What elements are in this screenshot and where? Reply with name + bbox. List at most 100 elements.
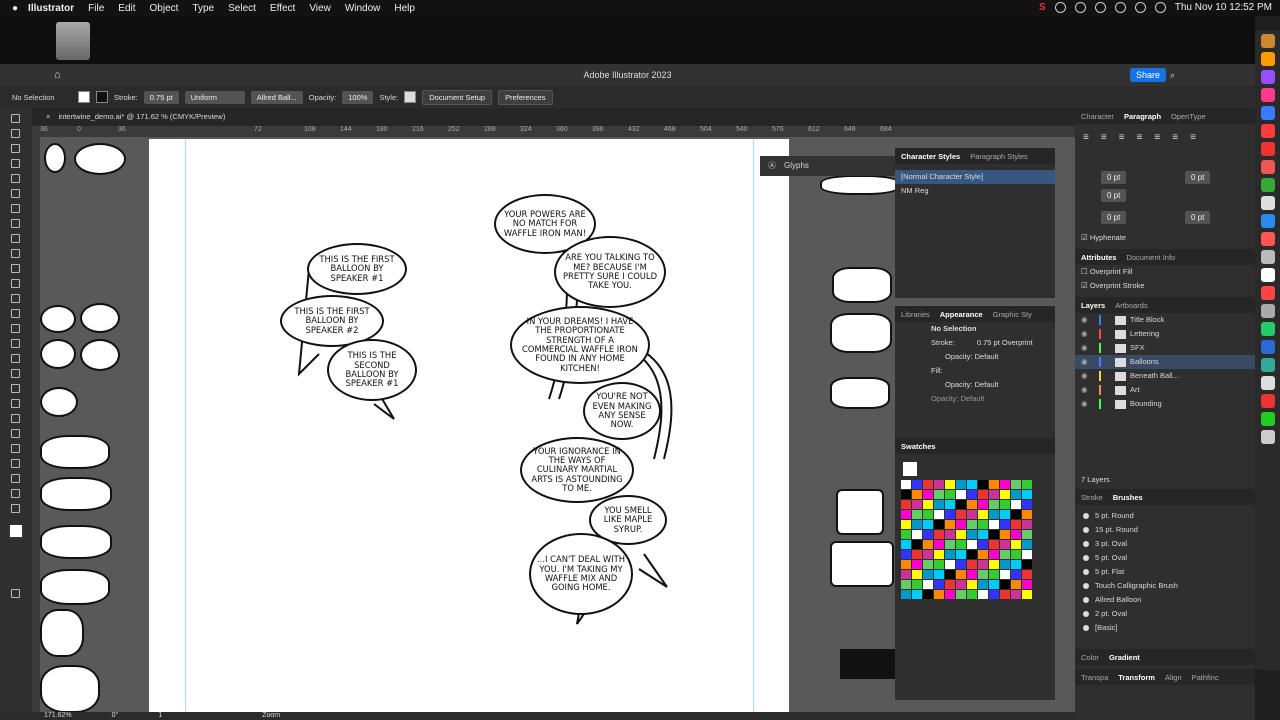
fill-stroke-swatch[interactable] bbox=[903, 462, 917, 476]
style-swatch[interactable] bbox=[404, 91, 417, 103]
stroke-value[interactable]: 0.75 pt Overprint bbox=[977, 338, 1033, 347]
color-swatch[interactable] bbox=[934, 560, 944, 569]
app-icon[interactable] bbox=[1260, 178, 1275, 192]
color-swatch[interactable] bbox=[967, 550, 977, 559]
color-swatch[interactable] bbox=[989, 560, 999, 569]
align-left-icon[interactable]: ≡ bbox=[1083, 132, 1089, 143]
tab-graphic-styles[interactable]: Graphic Sty bbox=[993, 310, 1032, 319]
color-swatch[interactable] bbox=[912, 580, 922, 589]
menu-select[interactable]: Select bbox=[228, 3, 256, 14]
direct-selection-tool-icon[interactable] bbox=[11, 129, 20, 138]
color-swatch[interactable] bbox=[934, 520, 944, 529]
brush-item[interactable]: 5 pt. Round bbox=[1075, 509, 1255, 523]
app-icon[interactable] bbox=[1260, 358, 1275, 372]
app-icon[interactable] bbox=[1260, 250, 1275, 264]
color-swatch[interactable] bbox=[934, 590, 944, 599]
balloon-template[interactable] bbox=[40, 339, 76, 369]
color-swatch[interactable] bbox=[923, 480, 933, 489]
color-swatch[interactable] bbox=[967, 580, 977, 589]
burst-balloon-template[interactable] bbox=[830, 313, 892, 353]
color-swatch[interactable] bbox=[934, 580, 944, 589]
color-swatch[interactable] bbox=[1022, 530, 1032, 539]
overprint-fill-checkbox[interactable]: ☐ Overprint Fill bbox=[1075, 265, 1255, 279]
tab-character[interactable]: Character bbox=[1081, 112, 1114, 121]
menu-effect[interactable]: Effect bbox=[270, 3, 295, 14]
color-swatch[interactable] bbox=[956, 480, 966, 489]
balloon-template[interactable] bbox=[44, 143, 66, 173]
menu-edit[interactable]: Edit bbox=[118, 3, 135, 14]
color-swatch[interactable] bbox=[945, 530, 955, 539]
color-swatch[interactable] bbox=[1022, 590, 1032, 599]
layer-name[interactable]: Title Block bbox=[1130, 313, 1164, 327]
shape-builder-tool-icon[interactable] bbox=[11, 354, 20, 363]
appearance-opacity[interactable]: Opacity: Default bbox=[895, 378, 1055, 392]
color-swatch[interactable] bbox=[912, 490, 922, 499]
color-swatch[interactable] bbox=[945, 520, 955, 529]
document-tab[interactable]: × intertwine_demo.ai* @ 171.62 % (CMYK/P… bbox=[32, 108, 1075, 126]
menu-file[interactable]: File bbox=[88, 3, 104, 14]
app-icon[interactable] bbox=[1260, 214, 1275, 228]
color-swatch[interactable] bbox=[945, 480, 955, 489]
wifi-icon[interactable] bbox=[1134, 2, 1146, 13]
color-swatch[interactable] bbox=[1011, 570, 1021, 579]
balloon-first-speaker1[interactable]: THIS IS THE FIRST BALLOON BY SPEAKER #1 bbox=[307, 243, 407, 295]
app-icon[interactable] bbox=[1260, 286, 1275, 300]
color-swatch[interactable] bbox=[1000, 580, 1010, 589]
status-icon[interactable] bbox=[1114, 2, 1126, 13]
color-swatch[interactable] bbox=[967, 510, 977, 519]
width-tool-icon[interactable] bbox=[11, 324, 20, 333]
color-swatch[interactable] bbox=[1000, 520, 1010, 529]
color-swatch[interactable] bbox=[978, 480, 988, 489]
color-swatch[interactable] bbox=[912, 510, 922, 519]
justify-icon[interactable]: ≡ bbox=[1172, 132, 1178, 143]
thought-balloon-template[interactable] bbox=[40, 477, 112, 511]
color-swatch[interactable] bbox=[901, 530, 911, 539]
artboard-number[interactable]: 1 bbox=[158, 712, 162, 720]
close-icon[interactable]: × bbox=[46, 112, 50, 121]
color-swatch[interactable] bbox=[1022, 550, 1032, 559]
color-swatch[interactable] bbox=[901, 500, 911, 509]
color-swatch[interactable] bbox=[1022, 490, 1032, 499]
balloon-sense[interactable]: YOU'RE NOT EVEN MAKING ANY SENSE NOW. bbox=[583, 382, 661, 440]
color-swatch[interactable] bbox=[901, 490, 911, 499]
artboard-tool-icon[interactable] bbox=[11, 459, 20, 468]
color-swatch[interactable] bbox=[1000, 540, 1010, 549]
layer-name[interactable]: Balloons bbox=[1130, 355, 1159, 369]
color-swatch[interactable] bbox=[956, 540, 966, 549]
tab-brushes[interactable]: Brushes bbox=[1113, 493, 1143, 502]
color-swatch[interactable] bbox=[989, 540, 999, 549]
color-swatch[interactable] bbox=[1000, 510, 1010, 519]
app-menu[interactable]: Illustrator bbox=[28, 3, 74, 14]
brush-item[interactable]: [Basic] bbox=[1075, 621, 1255, 635]
menu-view[interactable]: View bbox=[309, 3, 331, 14]
thought-balloon-template[interactable] bbox=[40, 609, 84, 657]
brush-item[interactable]: 2 pt. Oval bbox=[1075, 607, 1255, 621]
eye-icon[interactable]: ◉ bbox=[1081, 369, 1093, 383]
scale-tool-icon[interactable] bbox=[11, 309, 20, 318]
color-swatch[interactable] bbox=[912, 500, 922, 509]
eye-icon[interactable]: ◉ bbox=[1081, 355, 1093, 369]
color-swatch[interactable] bbox=[923, 490, 933, 499]
app-icon[interactable] bbox=[1260, 106, 1275, 120]
app-icon[interactable] bbox=[1260, 394, 1275, 408]
appearance-stroke-row[interactable]: Stroke: 0.75 pt Overprint bbox=[895, 336, 1055, 350]
app-icon[interactable] bbox=[1260, 124, 1275, 138]
tab-transparency[interactable]: Transpa bbox=[1081, 673, 1108, 682]
color-swatch[interactable] bbox=[989, 480, 999, 489]
thought-balloon-template[interactable] bbox=[40, 525, 112, 559]
document-setup-button[interactable]: Document Setup bbox=[422, 89, 493, 105]
color-swatch[interactable] bbox=[945, 500, 955, 509]
burst-balloon-template[interactable] bbox=[820, 175, 900, 195]
selection-tool-icon[interactable] bbox=[11, 114, 20, 123]
color-swatch[interactable] bbox=[967, 590, 977, 599]
black-caption-template[interactable] bbox=[840, 649, 900, 679]
swatch-grid[interactable] bbox=[895, 476, 1055, 603]
brush-item[interactable]: Touch Calligraphic Brush bbox=[1075, 579, 1255, 593]
layer-name[interactable]: Art bbox=[1130, 383, 1140, 397]
color-swatch[interactable] bbox=[923, 550, 933, 559]
hand-tool-icon[interactable] bbox=[11, 489, 20, 498]
brush-item[interactable]: 5 pt. Oval bbox=[1075, 551, 1255, 565]
hyphenate-checkbox[interactable]: ☑ Hyphenate bbox=[1075, 231, 1255, 245]
app-icon[interactable] bbox=[1260, 34, 1275, 48]
left-indent-field[interactable]: 0 pt bbox=[1101, 171, 1127, 184]
